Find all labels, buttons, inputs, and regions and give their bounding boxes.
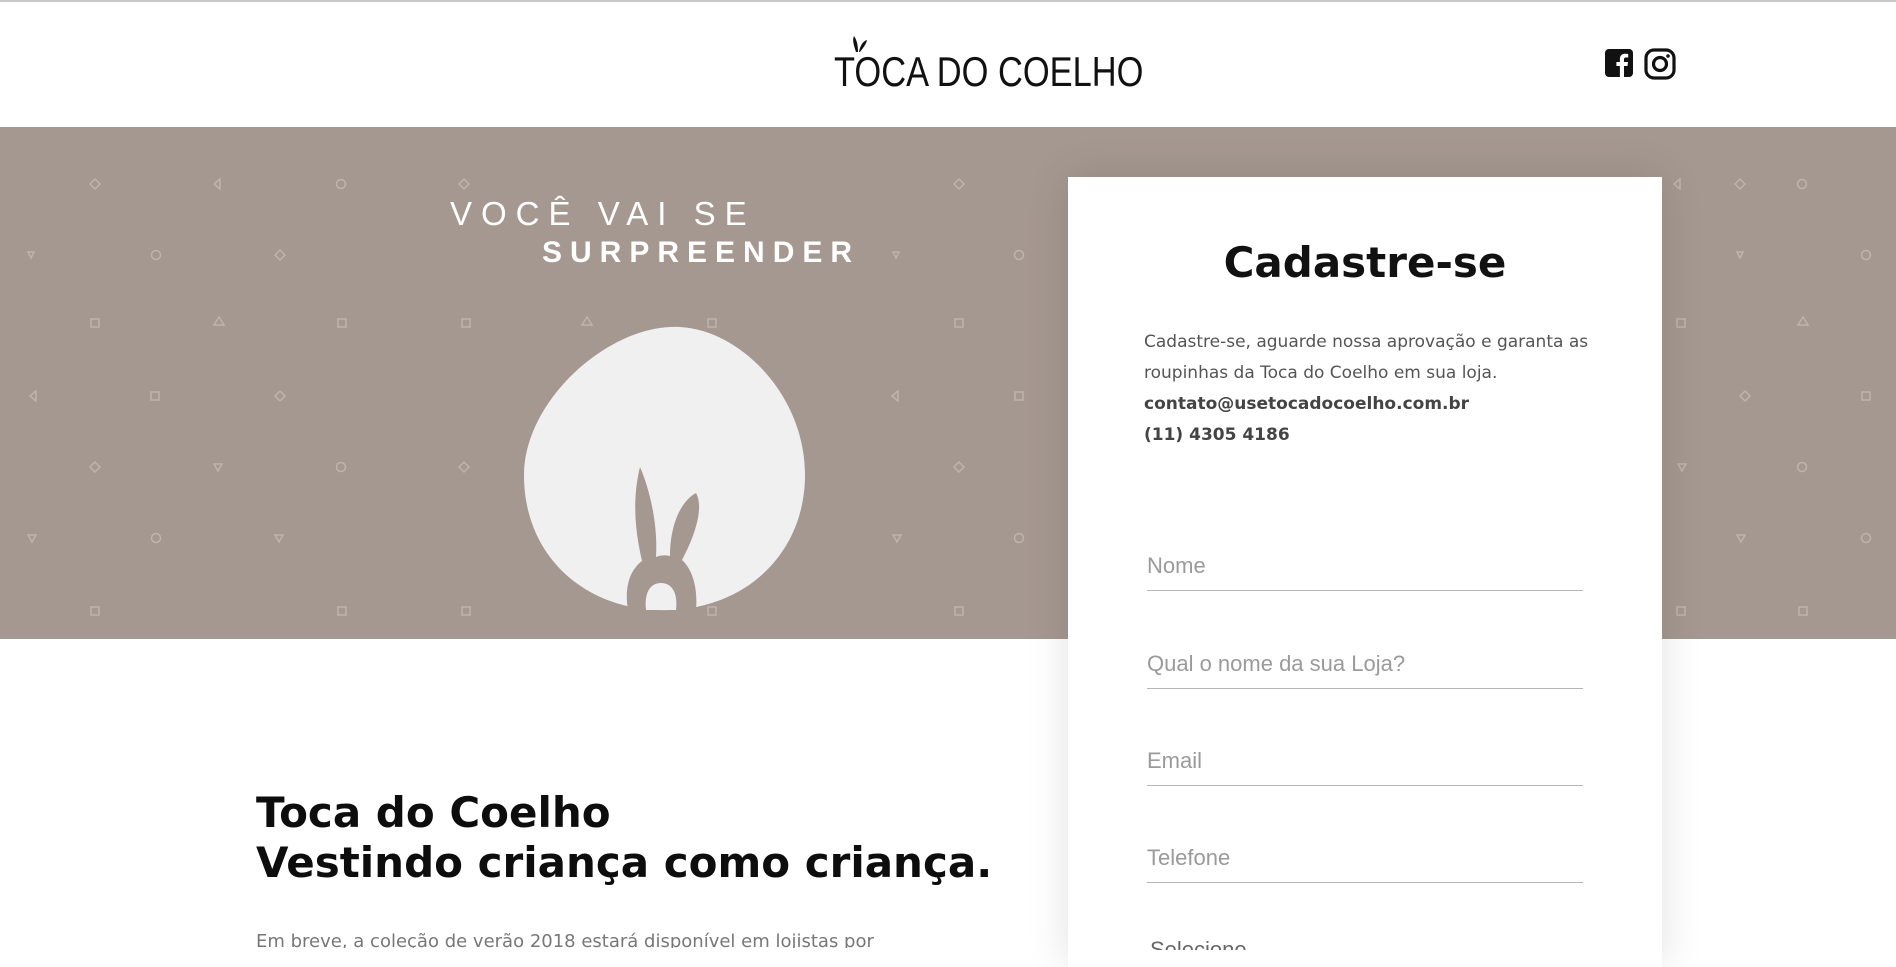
site-logo[interactable]: TOCA DO COELHO <box>834 44 1143 100</box>
about-title-line1: Toca do Coelho <box>256 788 611 837</box>
bunny-illustration <box>524 326 805 611</box>
about-paragraph: Em breve, a coleção de verão 2018 estará… <box>256 931 874 948</box>
facebook-icon[interactable] <box>1604 48 1634 78</box>
signup-description-block: Cadastre-se, aguarde nossa aprovação e g… <box>1144 327 1594 451</box>
instagram-icon[interactable] <box>1644 48 1676 80</box>
about-title-line2: Vestindo criança como criança. <box>256 838 993 887</box>
phone-input[interactable] <box>1147 838 1583 883</box>
name-input[interactable] <box>1147 546 1583 591</box>
email-input[interactable] <box>1147 741 1583 786</box>
contact-email[interactable]: contato@usetocadocoelho.com.br <box>1144 389 1594 420</box>
hero-tagline-line1: VOCÊ VAI SE <box>450 195 756 232</box>
contact-phone: (11) 4305 4186 <box>1144 425 1290 445</box>
about-heading: Toca do Coelho Vestindo criança como cri… <box>256 788 992 888</box>
hero-tagline-line2: SURPREENDER <box>542 236 861 269</box>
store-name-input[interactable] <box>1147 644 1583 689</box>
signup-description: Cadastre-se, aguarde nossa aprovação e g… <box>1144 332 1589 383</box>
signup-title: Cadastre-se <box>1223 238 1507 287</box>
